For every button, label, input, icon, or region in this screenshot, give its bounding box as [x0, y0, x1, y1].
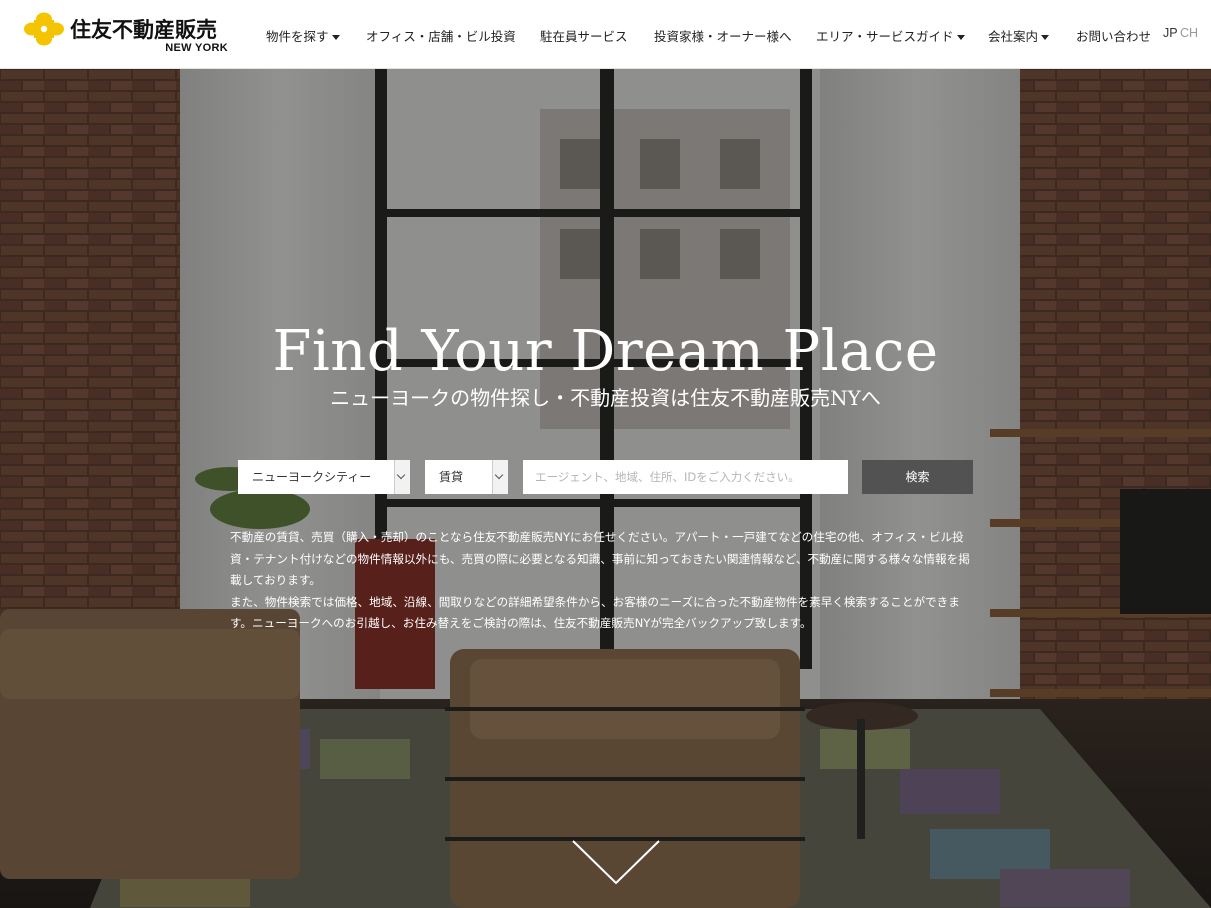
hero-section: Find Your Dream Place ニューヨークの物件探し・不動産投資は…	[0, 69, 1211, 908]
chevron-down-icon	[394, 460, 410, 494]
nav-label: オフィス・店舗・ビル投資	[366, 29, 516, 44]
keyword-search-input[interactable]	[523, 460, 848, 494]
nav-item-investors-owners[interactable]: 投資家様・オーナー様へ	[654, 26, 792, 45]
nav-item-expat-services[interactable]: 駐在員サービス	[540, 26, 628, 45]
caret-down-icon	[1041, 35, 1050, 40]
nav-item-office-investment[interactable]: オフィス・店舗・ビル投資	[366, 26, 516, 45]
nav-item-search-property[interactable]: 物件を探す	[266, 26, 340, 45]
property-search-form: ニューヨークシティー 賃貸 検索	[0, 460, 1211, 494]
area-select-value: ニューヨークシティー	[252, 470, 372, 484]
nav-item-contact[interactable]: お問い合わせ	[1076, 26, 1151, 45]
listing-type-select[interactable]: 賃貸	[425, 460, 508, 494]
description-paragraph: 不動産の賃貸、売買（購入・売却）のことなら住友不動産販売NYにお任せください。ア…	[230, 530, 970, 587]
site-header: 住友不動産販売 NEW YORK 物件を探す オフィス・店舗・ビル投資 駐在員サ…	[0, 0, 1211, 69]
nav-item-company[interactable]: 会社案内	[988, 26, 1050, 45]
nav-label: 投資家様・オーナー様へ	[654, 29, 792, 44]
nav-item-area-guide[interactable]: エリア・サービスガイド	[816, 26, 965, 45]
hero-description: 不動産の賃貸、売買（購入・売却）のことなら住友不動産販売NYにお任せください。ア…	[230, 527, 980, 635]
chevron-down-icon	[492, 460, 508, 494]
area-select[interactable]: ニューヨークシティー	[238, 460, 410, 494]
main-nav: 物件を探す オフィス・店舗・ビル投資 駐在員サービス 投資家様・オーナー様へ エ…	[0, 0, 1211, 68]
search-button[interactable]: 検索	[862, 460, 973, 494]
nav-label: 会社案内	[988, 29, 1039, 44]
nav-label: 駐在員サービス	[540, 29, 628, 44]
description-paragraph: また、物件検索では価格、地域、沿線、間取りなどの詳細希望条件から、お客様のニーズ…	[230, 594, 960, 631]
listing-type-value: 賃貸	[439, 470, 464, 484]
nav-label: お問い合わせ	[1076, 29, 1152, 44]
caret-down-icon	[331, 35, 340, 40]
nav-label: エリア・サービスガイド	[816, 29, 954, 44]
lang-jp-link[interactable]: JP	[1163, 26, 1178, 40]
lang-ch-link[interactable]: CH	[1180, 26, 1198, 40]
hero-subtitle: ニューヨークの物件探し・不動産投資は住友不動産販売NYへ	[330, 386, 881, 410]
hero-title: Find Your Dream Place	[272, 318, 939, 384]
nav-label: 物件を探す	[266, 29, 329, 44]
caret-down-icon	[956, 35, 965, 40]
scroll-down-chevron-icon[interactable]	[571, 839, 661, 885]
